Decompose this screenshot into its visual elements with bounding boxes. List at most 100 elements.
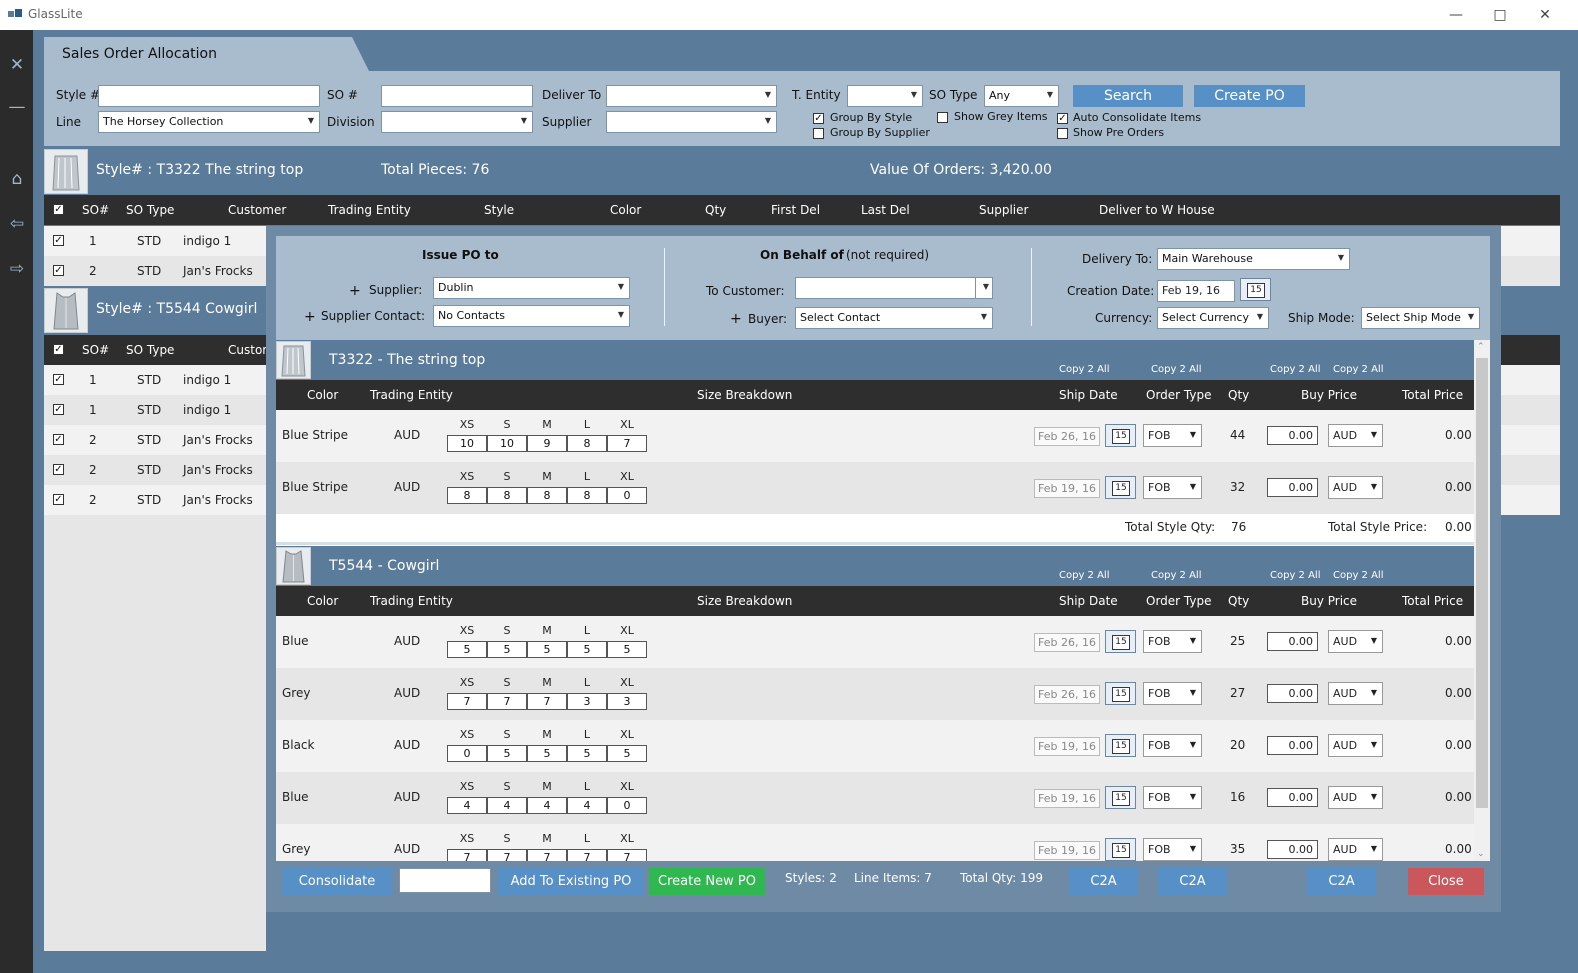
supplier-contact-select[interactable]: No Contacts ▼ — [433, 305, 630, 327]
order-type-select[interactable]: FOB ▼ — [1143, 476, 1202, 499]
po-line-row[interactable]: Blue Stripe AUD XS 10 S 10 M 9 L 8 XL 7 Feb 26, 16 15… — [276, 410, 1474, 462]
ship-date-picker[interactable]: 15 — [1105, 786, 1136, 809]
ship-date-input[interactable]: Feb 19, 16 — [1034, 841, 1100, 860]
row-checkbox[interactable]: ✓ — [53, 374, 64, 385]
order-type-select[interactable]: FOB ▼ — [1143, 786, 1202, 809]
supplier-select[interactable]: ▼ — [606, 111, 777, 133]
vertical-scrollbar[interactable]: ⌃ ⌄ — [1474, 340, 1490, 861]
ship-date-picker[interactable]: 15 — [1105, 476, 1136, 499]
size-qty-input[interactable]: 5 — [527, 745, 567, 762]
so-type-select[interactable]: Any ▼ — [984, 85, 1059, 107]
ship-date-input[interactable]: Feb 19, 16 — [1034, 737, 1100, 756]
size-qty-input[interactable]: 4 — [527, 797, 567, 814]
t-entity-select[interactable]: ▼ — [847, 85, 923, 107]
scroll-down-icon[interactable]: ⌄ — [1477, 849, 1485, 859]
ship-date-input[interactable]: Feb 26, 16 — [1034, 427, 1100, 446]
size-qty-input[interactable]: 5 — [607, 641, 647, 658]
size-qty-input[interactable]: 10 — [447, 435, 487, 452]
price-currency-select[interactable]: AUD ▼ — [1328, 476, 1383, 499]
copy-2-all-link[interactable]: Copy 2 All — [1151, 570, 1201, 581]
size-qty-input[interactable]: 8 — [567, 435, 607, 452]
search-button[interactable]: Search — [1073, 85, 1183, 107]
size-qty-input[interactable]: 7 — [527, 849, 567, 861]
size-qty-input[interactable]: 8 — [447, 487, 487, 504]
size-qty-input[interactable]: 7 — [447, 693, 487, 710]
select-all-checkbox[interactable]: ✓ — [53, 344, 64, 355]
price-currency-select[interactable]: AUD ▼ — [1328, 682, 1383, 705]
po-line-row[interactable]: Grey AUD XS 7 S 7 M 7 L 3 XL 3 Feb 26, 16 15 FOB ▼ 27 0.0… — [276, 668, 1474, 720]
copy-2-all-link[interactable]: Copy 2 All — [1059, 364, 1109, 375]
add-to-existing-po-button[interactable]: Add To Existing PO — [498, 868, 644, 895]
size-qty-input[interactable]: 7 — [487, 849, 527, 861]
size-qty-input[interactable]: 7 — [527, 693, 567, 710]
ship-date-input[interactable]: Feb 26, 16 — [1034, 633, 1100, 652]
back-arrow-icon[interactable]: ⇦ — [6, 213, 28, 235]
size-qty-input[interactable]: 5 — [527, 641, 567, 658]
division-select[interactable]: ▼ — [381, 111, 533, 133]
consolidate-button[interactable]: Consolidate — [282, 868, 392, 895]
row-checkbox[interactable]: ✓ — [53, 235, 64, 246]
create-new-po-button[interactable]: Create New PO — [649, 868, 765, 895]
size-qty-input[interactable]: 7 — [567, 849, 607, 861]
add-supplier-contact-icon[interactable]: + — [304, 309, 316, 325]
row-checkbox[interactable]: ✓ — [53, 434, 64, 445]
size-qty-input[interactable]: 9 — [527, 435, 567, 452]
ship-date-picker[interactable]: 15 — [1105, 682, 1136, 705]
so-input[interactable] — [381, 85, 533, 107]
size-qty-input[interactable]: 4 — [567, 797, 607, 814]
to-customer-dropdown[interactable]: ▼ — [975, 277, 993, 299]
home-icon[interactable]: ⌂ — [6, 168, 28, 190]
auto-consolidate-checkbox[interactable]: ✓ — [1057, 113, 1068, 124]
size-qty-input[interactable]: 5 — [487, 641, 527, 658]
copy-2-all-link[interactable]: Copy 2 All — [1059, 570, 1109, 581]
order-type-select[interactable]: FOB ▼ — [1143, 734, 1202, 757]
row-checkbox[interactable]: ✓ — [53, 404, 64, 415]
ship-date-picker[interactable]: 15 — [1105, 838, 1136, 861]
ship-date-input[interactable]: Feb 19, 16 — [1034, 789, 1100, 808]
add-buyer-icon[interactable]: + — [730, 311, 742, 327]
c2a-ship-date-button[interactable]: C2A — [1069, 868, 1138, 895]
create-po-button[interactable]: Create PO — [1194, 85, 1305, 107]
po-line-row[interactable]: Blue Stripe AUD XS 8 S 8 M 8 L 8 XL 0 Feb 19, 16 15 FO… — [276, 462, 1474, 514]
currency-select[interactable]: Select Currency ▼ — [1157, 307, 1269, 329]
ship-date-input[interactable]: Feb 26, 16 — [1034, 685, 1100, 704]
close-button[interactable]: Close — [1408, 868, 1484, 895]
po-supplier-select[interactable]: Dublin ▼ — [433, 277, 630, 299]
copy-2-all-link[interactable]: Copy 2 All — [1270, 364, 1320, 375]
po-line-row[interactable]: Grey AUD XS 7 S 7 M 7 L 7 XL 7 Feb 19, 16 15 FOB ▼ 35 0.0… — [276, 824, 1474, 861]
ship-date-picker[interactable]: 15 — [1105, 424, 1136, 447]
row-checkbox[interactable]: ✓ — [53, 494, 64, 505]
order-type-select[interactable]: FOB ▼ — [1143, 838, 1202, 861]
price-currency-select[interactable]: AUD ▼ — [1328, 838, 1383, 861]
po-number-input[interactable] — [399, 868, 491, 893]
maximize-icon[interactable]: □ — [1489, 4, 1511, 26]
minimize-icon[interactable]: — — [1445, 4, 1467, 26]
size-qty-input[interactable]: 7 — [607, 849, 647, 861]
row-checkbox[interactable]: ✓ — [53, 265, 64, 276]
size-qty-input[interactable]: 5 — [607, 745, 647, 762]
size-qty-input[interactable]: 4 — [447, 797, 487, 814]
size-qty-input[interactable]: 8 — [487, 487, 527, 504]
c2a-order-type-button[interactable]: C2A — [1158, 868, 1227, 895]
ship-date-picker[interactable]: 15 — [1105, 734, 1136, 757]
row-checkbox[interactable]: ✓ — [53, 464, 64, 475]
size-qty-input[interactable]: 4 — [487, 797, 527, 814]
price-currency-select[interactable]: AUD ▼ — [1328, 734, 1383, 757]
buy-price-input[interactable]: 0.00 — [1267, 426, 1318, 445]
price-currency-select[interactable]: AUD ▼ — [1328, 786, 1383, 809]
group-by-supplier-checkbox[interactable] — [813, 128, 824, 139]
buyer-select[interactable]: Select Contact ▼ — [795, 307, 993, 329]
tab-sales-order-allocation[interactable]: Sales Order Allocation — [44, 37, 369, 71]
to-customer-input[interactable] — [795, 277, 976, 299]
copy-2-all-link[interactable]: Copy 2 All — [1270, 570, 1320, 581]
size-qty-input[interactable]: 0 — [607, 797, 647, 814]
window-close-icon[interactable]: ✕ — [1534, 4, 1556, 26]
order-type-select[interactable]: FOB ▼ — [1143, 630, 1202, 653]
price-currency-select[interactable]: AUD ▼ — [1328, 630, 1383, 653]
size-qty-input[interactable]: 5 — [567, 745, 607, 762]
copy-2-all-link[interactable]: Copy 2 All — [1151, 364, 1201, 375]
size-qty-input[interactable]: 8 — [527, 487, 567, 504]
size-qty-input[interactable]: 5 — [487, 745, 527, 762]
po-lines-scroll-area[interactable]: ⌃ ⌄ T3322 - The string top Copy 2 All Copy… — [276, 340, 1490, 861]
buy-price-input[interactable]: 0.00 — [1267, 736, 1318, 755]
